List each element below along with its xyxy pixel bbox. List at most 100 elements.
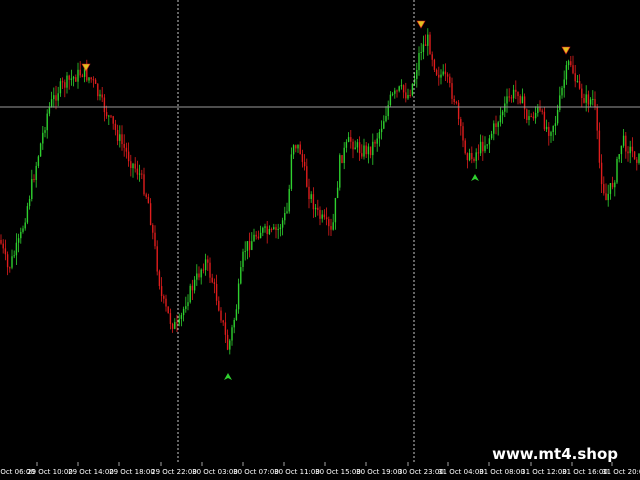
candle-body — [394, 90, 396, 94]
candle-body — [567, 61, 570, 66]
candle-body — [48, 106, 51, 114]
candle-body — [26, 206, 29, 223]
candle-body — [574, 73, 576, 82]
candle-body — [270, 229, 273, 230]
candle-body — [378, 132, 381, 139]
candle-body — [75, 77, 77, 82]
down-arrow-icon — [81, 63, 91, 72]
candle-body — [350, 137, 352, 142]
candle-body — [136, 168, 139, 175]
candle-body — [365, 145, 367, 155]
candle-body — [429, 34, 431, 55]
candle-body — [585, 94, 587, 103]
candle-body — [35, 165, 37, 180]
candle-body — [171, 323, 174, 329]
candle-body — [44, 130, 46, 133]
candle-body — [440, 74, 442, 78]
candle-body — [583, 98, 585, 103]
time-axis-label: 31 Oct 20:00 — [602, 468, 640, 476]
candle-body — [446, 74, 449, 77]
candle-body — [427, 34, 429, 46]
candle-body — [233, 320, 235, 328]
candle-body — [167, 306, 169, 314]
candle-body — [352, 141, 354, 150]
candle-body — [336, 187, 339, 198]
price-chart[interactable]: 29 Oct 06:0029 Oct 10:0029 Oct 14:0029 O… — [0, 0, 640, 480]
candle-body — [308, 186, 310, 199]
candle-body — [277, 229, 279, 230]
candle-body — [543, 111, 546, 130]
candle-body — [2, 243, 4, 249]
candle-body — [121, 134, 123, 144]
candle-body — [519, 96, 521, 104]
candle-body — [169, 313, 172, 324]
candle-body — [506, 96, 508, 104]
candle-body — [176, 322, 178, 324]
candle-body — [105, 112, 108, 117]
candle-body — [202, 269, 205, 271]
candle-body — [103, 97, 106, 113]
candle-body — [143, 174, 145, 195]
candle-body — [451, 83, 453, 99]
candle-body — [620, 145, 623, 155]
candle-body — [455, 101, 458, 103]
candle-body — [343, 147, 345, 163]
candle-body — [11, 256, 13, 268]
candle-body — [530, 116, 532, 118]
candle-body — [422, 44, 425, 52]
candle-body — [187, 302, 189, 307]
candle-body — [235, 309, 238, 320]
candle-body — [222, 320, 224, 323]
candle-body — [284, 213, 286, 221]
candle-body — [347, 137, 350, 142]
candle-body — [59, 81, 62, 94]
candle-body — [556, 109, 559, 124]
candle-body — [409, 95, 411, 96]
candle-body — [207, 259, 209, 263]
candle-body — [237, 283, 240, 310]
time-axis-label: 31 Oct 12:00 — [521, 468, 567, 476]
candle-body — [534, 113, 537, 119]
candle-body — [473, 158, 475, 161]
candle-body — [264, 226, 266, 228]
time-axis-label: 29 Oct 10:00 — [27, 468, 73, 476]
down-arrow-icon — [561, 46, 571, 55]
candle-body — [545, 126, 548, 130]
candle-body — [497, 122, 499, 127]
candle-body — [334, 198, 337, 223]
candle-body — [358, 142, 361, 154]
candle-body — [627, 151, 629, 154]
time-axis-label: 30 Oct 03:00 — [192, 468, 238, 476]
candle-body — [466, 153, 469, 161]
candle-body — [22, 228, 24, 232]
candle-body — [576, 81, 579, 83]
candle-body — [156, 246, 158, 272]
candle-body — [255, 234, 257, 237]
candle-body — [317, 207, 319, 210]
candle-body — [53, 95, 55, 100]
candle-body — [521, 96, 524, 104]
candle-body — [193, 279, 196, 291]
candle-body — [554, 123, 557, 126]
candle-body — [55, 95, 57, 101]
candle-body — [209, 262, 211, 278]
candle-body — [262, 227, 264, 233]
candle-body — [411, 83, 414, 96]
candle-body — [257, 236, 260, 239]
candle-body — [114, 123, 117, 130]
candle-body — [548, 126, 550, 136]
candle-body — [125, 147, 128, 152]
time-axis-label: 30 Oct 11:00 — [274, 468, 320, 476]
candle-body — [90, 77, 92, 80]
candle-body — [292, 145, 295, 155]
candle-body — [81, 75, 84, 77]
candle-body — [200, 269, 202, 278]
candle-body — [79, 69, 81, 76]
candle-body — [231, 327, 233, 341]
candle-body — [431, 54, 433, 60]
candle-body — [407, 95, 409, 99]
candle-body — [68, 75, 70, 80]
candle-body — [273, 227, 275, 229]
candle-body — [165, 298, 167, 307]
candle-body — [484, 145, 486, 152]
